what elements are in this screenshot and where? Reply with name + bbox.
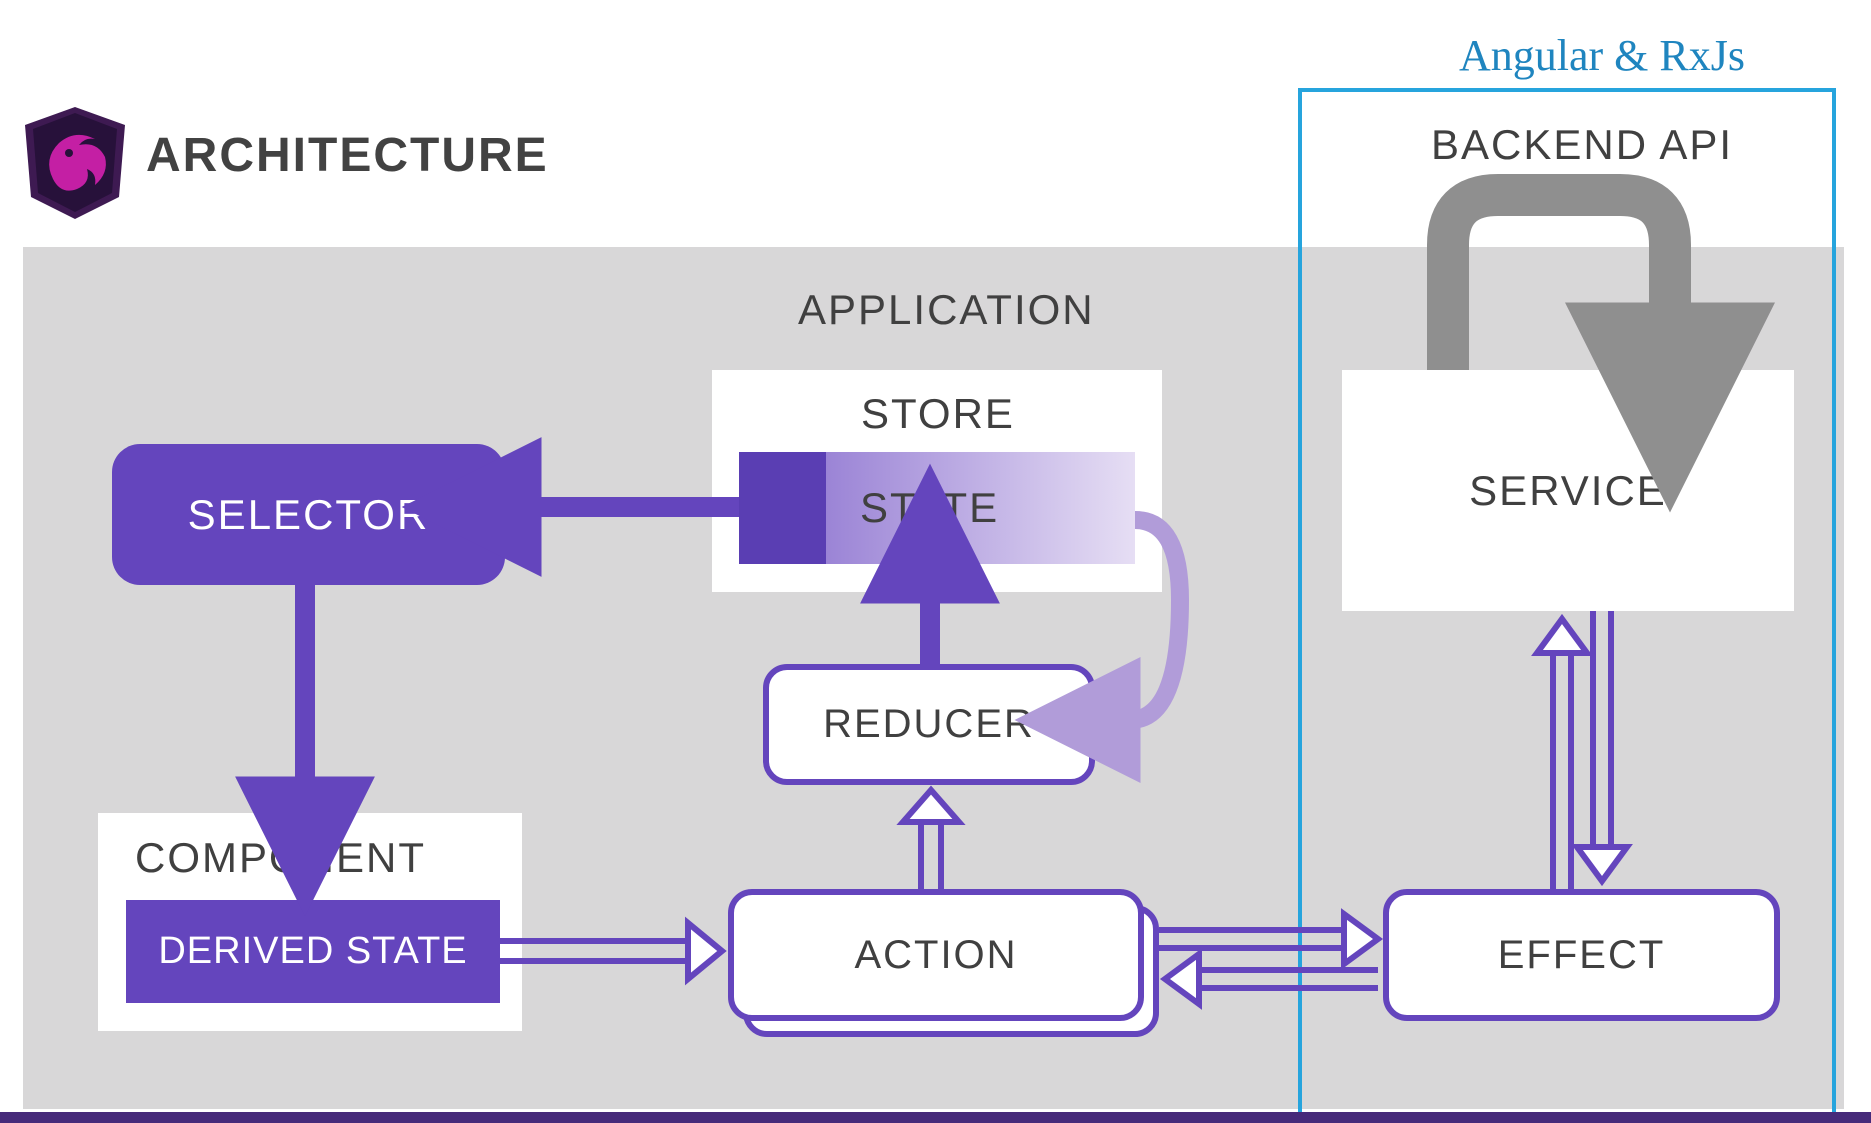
selector-box: SELECTOR	[112, 444, 505, 585]
state-label: STATE	[860, 484, 999, 532]
annotation-label: Angular & RxJs	[1459, 30, 1745, 81]
store-label: STORE	[861, 390, 1015, 438]
selector-label: SELECTOR	[188, 491, 430, 539]
action-label: ACTION	[854, 933, 1017, 978]
footer-bar	[0, 1112, 1871, 1123]
page-title: ARCHITECTURE	[146, 128, 549, 183]
component-label: COMPONENT	[135, 834, 426, 882]
reducer-label: REDUCER	[823, 702, 1035, 747]
ngrx-logo-icon	[25, 107, 125, 219]
slide: ARCHITECTURE BACKEND API APPLICATION STO…	[0, 0, 1871, 1123]
annotation-highlight	[1298, 88, 1836, 1120]
application-label: APPLICATION	[798, 286, 1095, 334]
derived-state-label: DERIVED STATE	[158, 930, 467, 973]
derived-state-box: DERIVED STATE	[126, 900, 500, 1003]
reducer-box: REDUCER	[763, 664, 1095, 785]
action-box: ACTION	[728, 889, 1144, 1021]
